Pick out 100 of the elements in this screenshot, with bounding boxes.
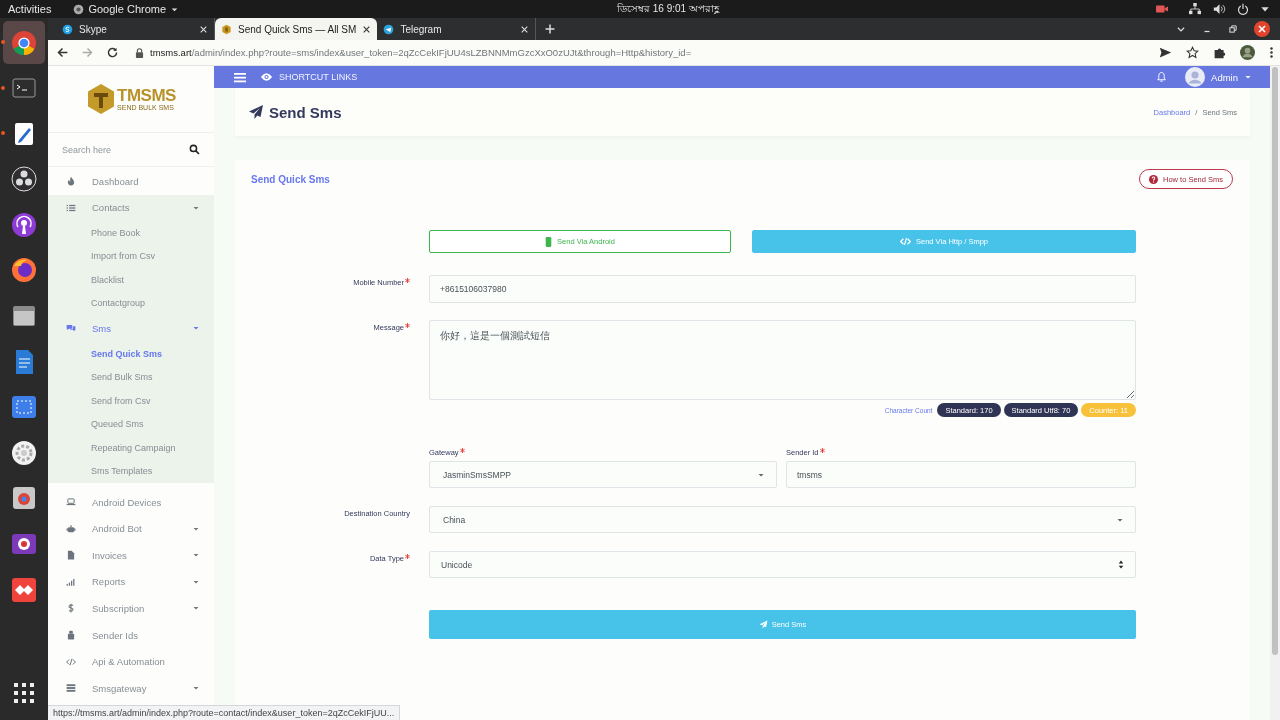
- sidebar-subitem[interactable]: Phone Book: [48, 221, 214, 245]
- sidebar-subitem[interactable]: Repeating Campaign: [48, 435, 214, 460]
- required-mark-icon: [405, 278, 410, 283]
- sidebar-item[interactable]: Reports: [48, 568, 214, 596]
- scrollbar-thumb[interactable]: [1272, 67, 1278, 655]
- browser-icon[interactable]: [10, 256, 38, 285]
- sidebar-subitem[interactable]: Import from Csv: [48, 244, 214, 269]
- comments-icon: [66, 323, 76, 334]
- bell-icon[interactable]: [1156, 71, 1168, 83]
- browser-tab[interactable]: Send Quick Sms — All SM: [215, 18, 378, 40]
- required-mark-icon: [405, 323, 410, 328]
- star-icon[interactable]: [1186, 46, 1199, 59]
- reload-icon[interactable]: [106, 46, 119, 59]
- app-menu-label: Google Chrome: [88, 3, 167, 15]
- required-mark-icon: [459, 448, 465, 453]
- code-icon: [900, 237, 911, 246]
- id-badge-icon: [66, 630, 76, 641]
- sidebar-subitem[interactable]: Send from Csv: [48, 388, 214, 413]
- sidebar-item[interactable]: Android Devices: [48, 488, 214, 516]
- power-icon[interactable]: [1237, 3, 1249, 15]
- gear-icon[interactable]: [10, 438, 38, 467]
- data-type-select[interactable]: Unicode: [429, 551, 1136, 578]
- restore-icon[interactable]: [1228, 24, 1238, 34]
- running-indicator: [1, 131, 5, 136]
- chevron-down-icon[interactable]: [1176, 24, 1186, 34]
- close-icon[interactable]: [1254, 21, 1270, 37]
- puzzle-icon[interactable]: [1213, 46, 1226, 59]
- app-icon: [73, 3, 85, 15]
- flame-icon: [66, 176, 76, 187]
- avatar-icon: [1185, 67, 1206, 87]
- robot-icon: [66, 523, 76, 534]
- list-icon: [66, 202, 76, 213]
- sidebar-item[interactable]: Api & Automation: [48, 648, 214, 675]
- clock[interactable]: ডিসেম্বর 16 9:01 অপরাহ্ণ: [617, 0, 719, 18]
- menu-icon[interactable]: [234, 71, 246, 83]
- shortcut-links[interactable]: SHORTCUT LINKS: [260, 72, 358, 82]
- sidebar-item[interactable]: Sms: [48, 315, 214, 342]
- dock-app-button[interactable]: [3, 21, 45, 64]
- network-icon[interactable]: [1188, 3, 1202, 15]
- server-icon: [66, 683, 76, 694]
- hexagon-logo-icon: [86, 83, 117, 115]
- logo-name: TMSMS: [117, 86, 176, 104]
- sidebar-item[interactable]: Invoices: [48, 541, 214, 569]
- sidebar-item[interactable]: Android Bot: [48, 515, 214, 542]
- sidebar-item[interactable]: Subscription: [48, 595, 214, 622]
- hexagon-icon: [221, 23, 232, 35]
- more-menu-icon[interactable]: [1269, 46, 1274, 59]
- back-icon[interactable]: [56, 46, 69, 59]
- required-mark-icon: [819, 448, 825, 453]
- eye-icon: [260, 72, 273, 82]
- app-menu[interactable]: Google Chrome: [73, 3, 180, 15]
- paper-plane-icon: [758, 620, 768, 629]
- required-mark-icon: [405, 554, 410, 559]
- question-icon: [1148, 174, 1158, 184]
- volume-icon[interactable]: [1213, 3, 1226, 15]
- running-indicator: [1, 40, 5, 44]
- chat-icon: [62, 23, 73, 35]
- up-down-arrows-icon: [1118, 560, 1124, 569]
- activities-button[interactable]: Activities: [8, 3, 52, 15]
- caret-icon: [1244, 73, 1252, 81]
- sidebar-item[interactable]: Dashboard: [48, 168, 214, 195]
- search-field[interactable]: Search here: [62, 144, 185, 155]
- mobile-number-field[interactable]: +8615106037980: [429, 275, 1136, 303]
- card-title: Send Quick Sms: [251, 173, 330, 185]
- sidebar-item[interactable]: Sender Ids: [48, 621, 214, 649]
- user-menu[interactable]: Admin: [1185, 67, 1252, 87]
- caret-icon[interactable]: [1260, 4, 1270, 14]
- send-icon[interactable]: [1159, 46, 1172, 59]
- sidebar-item[interactable]: Contacts: [48, 194, 214, 222]
- gateway-select[interactable]: JasminSmsSMPP: [429, 461, 777, 488]
- remote-desktop-icon[interactable]: [10, 575, 38, 604]
- paper-plane-icon: [248, 104, 264, 120]
- sidebar-subitem[interactable]: Send Quick Sms: [48, 341, 214, 366]
- podcast-icon[interactable]: [10, 210, 38, 239]
- message-field[interactable]: 你好，這是一個測試短信: [429, 320, 1136, 400]
- running-indicator: [1, 85, 5, 90]
- avatar-icon[interactable]: [1240, 45, 1255, 60]
- new-tab-icon[interactable]: [544, 23, 557, 35]
- file-icon: [66, 550, 76, 561]
- laptop-icon: [66, 497, 76, 508]
- url-text: tmsms.art/admin/index.php?route=sms/index&user_token=2qZcCekIFjUU4sLZBNNMmGzcXxO0zUJt&through=Http&history_id=: [150, 47, 692, 58]
- status-url: https://tmsms.art/admin/index.php?route=contact/index&user_token=2qZcCekIFjUU...: [48, 705, 401, 720]
- record-icon[interactable]: [10, 165, 38, 194]
- sidebar-item[interactable]: Smsgateway: [48, 674, 214, 702]
- sidebar-subitem[interactable]: Queued Sms: [48, 412, 214, 436]
- country-select[interactable]: China: [429, 506, 1136, 533]
- sidebar-subitem[interactable]: Sms Templates: [48, 459, 214, 483]
- sidebar-subitem[interactable]: Blacklist: [48, 268, 214, 292]
- phone-icon: [545, 236, 553, 247]
- sidebar-subitem[interactable]: Send Bulk Sms: [48, 365, 214, 389]
- page-title: Send Sms: [269, 103, 342, 121]
- browser-icon[interactable]: [10, 28, 38, 57]
- code-icon: [66, 656, 76, 667]
- lock-icon: [135, 47, 144, 58]
- search-icon[interactable]: [189, 144, 200, 155]
- close-icon[interactable]: [362, 24, 372, 34]
- camera-icon[interactable]: [1155, 3, 1169, 15]
- signal-bars-icon: [66, 576, 76, 587]
- sidebar-subitem[interactable]: Contactgroup: [48, 291, 214, 316]
- sender-id-field[interactable]: tmsms: [786, 461, 1136, 488]
